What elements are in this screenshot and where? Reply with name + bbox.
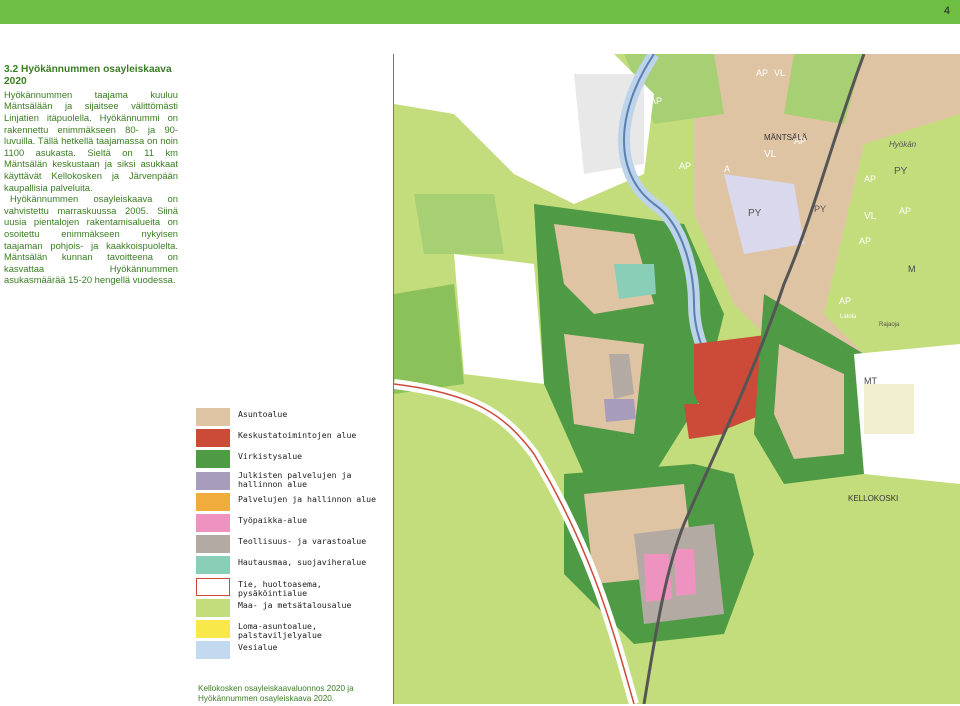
map-label-ap-4: AP: [794, 136, 806, 146]
legend-label: Palvelujen ja hallinnon alue: [238, 493, 377, 504]
legend-item-teollisuus: Teollisuus- ja varastoalue: [196, 535, 386, 556]
legend-label: Työpaikka-alue: [238, 514, 308, 525]
map-label-ap-7: AP: [859, 236, 871, 246]
paragraph-plan: Hyökännummen osayleiskaava on vahvistett…: [4, 193, 178, 286]
legend-label: Loma-asuntoalue, palstaviljelyalue: [238, 620, 322, 640]
page-number: 4: [943, 5, 950, 17]
legend-swatch: [196, 641, 230, 660]
map-label-vl-3: VL: [774, 68, 785, 78]
map-label-ap-8: AP: [839, 296, 851, 306]
land-use-map: MÄNTSÄLÄ KELLOKOSKI Hyökän AP AP AP AP A…: [393, 54, 960, 704]
map-label-vl-1: VL: [764, 149, 777, 160]
legend-swatch: [196, 556, 230, 575]
legend-swatch: [196, 535, 230, 554]
legend-swatch: [196, 577, 230, 596]
legend-label: Asuntoalue: [238, 409, 288, 419]
legend-label: Julkisten palvelujen ja hallinnon alue: [238, 469, 352, 489]
legend-swatch: [196, 450, 230, 469]
legend-swatch: [196, 429, 230, 448]
map-label-ap-3: AP: [679, 161, 691, 171]
legend-swatch: [196, 598, 230, 617]
map-label-vl-2: VL: [864, 211, 877, 222]
legend-item-julkiset-palvelut: Julkisten palvelujen ja hallinnon alue: [196, 469, 386, 493]
map-label-kellokoski: KELLOKOSKI: [848, 494, 898, 503]
legend-item-hautausmaa: Hautausmaa, suojaviheralue: [196, 556, 386, 577]
legend-item-vesialue: Vesialue: [196, 641, 386, 662]
legend-swatch: [196, 471, 230, 490]
legend-label: Tie, huoltoasema, pysäköintialue: [238, 578, 322, 598]
map-label-a: A: [724, 164, 730, 174]
map-legend: Asuntoalue Keskustatoimintojen alue Virk…: [196, 408, 386, 662]
legend-label: Hautausmaa, suojaviheralue: [238, 557, 367, 568]
legend-item-loma-asunto: Loma-asuntoalue, palstaviljelyalue: [196, 619, 386, 641]
legend-item-tyopaikka: Työpaikka-alue: [196, 513, 386, 535]
legend-label: Keskustatoimintojen alue: [238, 430, 357, 441]
map-label-latola: Latola: [840, 314, 857, 320]
map-label-ap-2: AP: [756, 68, 768, 78]
map-label-py-3: PY: [894, 166, 908, 177]
legend-label: Teollisuus- ja varastoalue: [238, 536, 367, 547]
map-label-ap-6: AP: [899, 206, 911, 216]
map-label-ap-5: AP: [864, 174, 876, 184]
legend-swatch: [196, 513, 230, 532]
legend-item-virkistys: Virkistysalue: [196, 450, 386, 471]
top-bar: 4: [0, 0, 960, 24]
section-heading: 3.2 Hyökännummen osayleiskaava 2020: [4, 64, 172, 88]
map-label-py-2: PY: [814, 204, 826, 214]
map-label-m: M: [908, 264, 916, 274]
legend-item-maa-metsatalous: Maa- ja metsätalousalue: [196, 598, 386, 620]
legend-item-asuntoalue: Asuntoalue: [196, 408, 386, 429]
map-label-hyokan: Hyökän: [889, 140, 917, 149]
legend-label: Maa- ja metsätalousalue: [238, 599, 352, 610]
legend-swatch: [196, 492, 230, 511]
legend-item-tie: Tie, huoltoasema, pysäköintialue: [196, 577, 386, 599]
legend-label: Virkistysalue: [238, 451, 303, 462]
map-label-rajaoja: Rajaoja: [879, 322, 900, 328]
paragraph-intro: Hyökännummen taajama kuuluu Mäntsälään j…: [4, 88, 178, 193]
article-column: 3.2 Hyökännummen osayleiskaava 2020 Hyök…: [4, 64, 178, 286]
legend-label: Vesialue: [238, 642, 278, 653]
legend-item-keskusta: Keskustatoimintojen alue: [196, 429, 386, 450]
map-label-ap-1: AP: [650, 96, 662, 106]
legend-swatch: [196, 619, 230, 638]
figure-caption: Kellokosken osayleiskaavaluonnos 2020 ja…: [198, 684, 354, 703]
legend-swatch: [196, 408, 230, 426]
legend-item-palvelut: Palvelujen ja hallinnon alue: [196, 492, 386, 514]
map-label-py-1: PY: [748, 208, 762, 219]
map-label-mt: MT: [864, 376, 877, 386]
